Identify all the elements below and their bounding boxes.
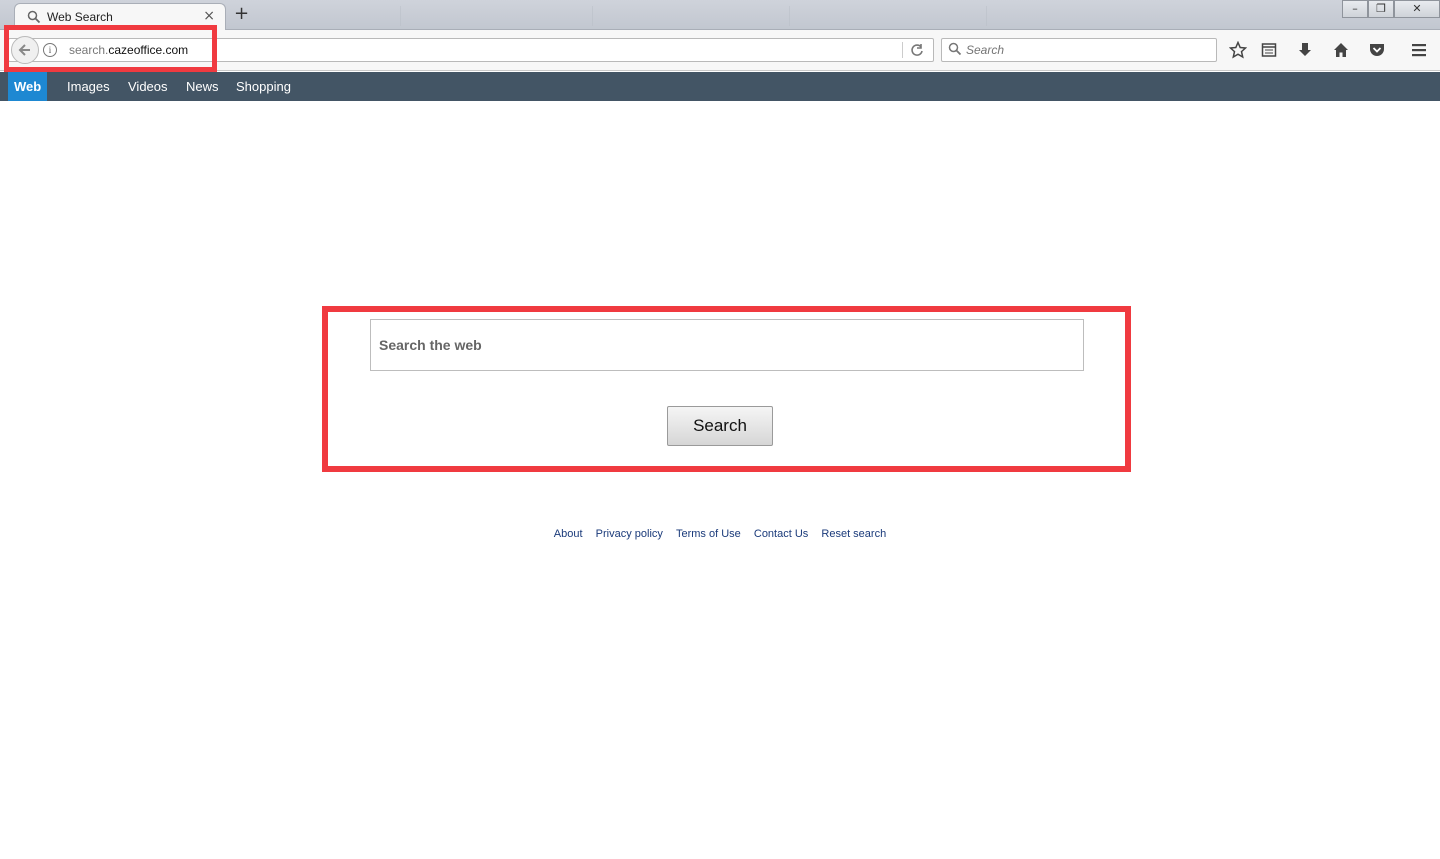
tab-title: Web Search: [47, 10, 113, 24]
footer-link-privacy-policy[interactable]: Privacy policy: [596, 528, 663, 540]
star-icon[interactable]: [1228, 40, 1248, 60]
browser-search-bar[interactable]: [941, 38, 1217, 62]
footer-link-reset-search[interactable]: Reset search: [821, 528, 886, 540]
browser-search-input[interactable]: [966, 41, 1206, 59]
url-highlight-box: [4, 25, 217, 72]
restore-button[interactable]: ❐: [1368, 0, 1394, 18]
nav-web[interactable]: Web: [8, 72, 48, 101]
close-window-button[interactable]: ✕: [1394, 0, 1440, 18]
reload-icon[interactable]: [910, 43, 924, 57]
new-tab-button[interactable]: +: [234, 3, 249, 24]
nav-shopping[interactable]: Shopping: [230, 72, 297, 101]
nav-videos[interactable]: Videos: [122, 72, 174, 101]
window-controls: – ❐ ✕: [1342, 0, 1440, 18]
menu-icon[interactable]: [1409, 40, 1429, 60]
nav-news[interactable]: News: [180, 72, 225, 101]
search-input[interactable]: [370, 319, 1084, 371]
search-icon: [948, 42, 962, 56]
background-tab[interactable]: [400, 6, 590, 26]
footer-links: About Privacy policy Terms of Use Contac…: [0, 522, 1440, 541]
footer-link-contact-us[interactable]: Contact Us: [754, 528, 808, 540]
tab-close-icon[interactable]: ×: [203, 8, 215, 24]
minimize-button[interactable]: –: [1342, 0, 1368, 18]
nav-images[interactable]: Images: [61, 72, 116, 101]
background-tab[interactable]: [986, 6, 1176, 26]
search-button[interactable]: Search: [667, 406, 773, 446]
home-icon[interactable]: [1331, 40, 1351, 60]
background-tab[interactable]: [789, 6, 984, 26]
footer-link-about[interactable]: About: [554, 528, 583, 540]
background-tab[interactable]: [592, 6, 787, 26]
reading-list-icon[interactable]: [1259, 40, 1279, 60]
download-icon[interactable]: [1295, 40, 1315, 60]
footer-link-terms-of-use[interactable]: Terms of Use: [676, 528, 741, 540]
site-navigation: Web Images Videos News Shopping: [0, 72, 1440, 101]
divider: [902, 42, 903, 58]
search-icon: [27, 10, 41, 24]
pocket-icon[interactable]: [1367, 40, 1387, 60]
